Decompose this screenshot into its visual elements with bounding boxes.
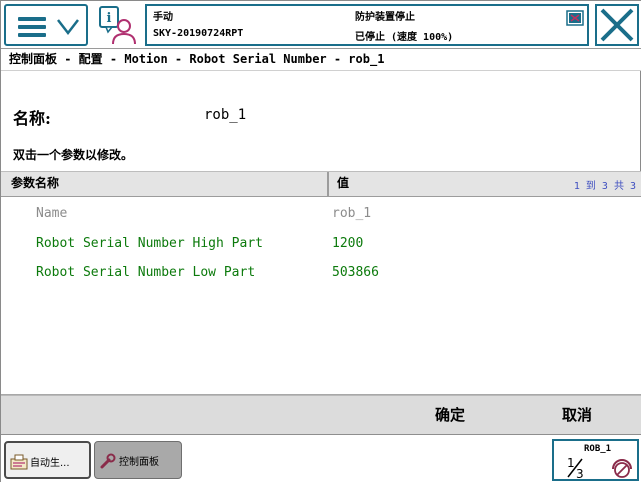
top-bar: i 手动 SKY-20190724RPT 防护装置停止 已停止 (速度 100%… [1, 1, 641, 49]
wrench-icon [100, 453, 116, 469]
info-person-icon[interactable]: i [96, 4, 138, 46]
mechanical-unit-status[interactable]: ROB_1 1 3 [552, 439, 639, 481]
operating-mode: 手动 [153, 12, 173, 23]
table-row[interactable]: Robot Serial Number High Part 1200 [1, 229, 641, 259]
menu-icon [18, 17, 46, 37]
parameter-value: 1200 [332, 236, 364, 251]
cancel-button[interactable]: 取消 [513, 396, 641, 435]
edit-hint: 双击一个参数以修改。 [13, 148, 134, 162]
parameter-value: rob_1 [332, 206, 372, 221]
run-status: 已停止 (速度 100%) [355, 32, 454, 43]
instance-name-label: 名称: [13, 109, 51, 128]
action-bar: 确定 取消 [1, 395, 641, 435]
taskbar: 自动生... 控制面板 ROB_1 1 3 [1, 435, 641, 482]
close-icon [600, 8, 634, 42]
task-control-panel[interactable]: 控制面板 [94, 441, 182, 479]
column-header-value[interactable]: 值 [331, 172, 571, 197]
breadcrumb: 控制面板 - 配置 - Motion - Robot Serial Number… [1, 49, 641, 71]
ok-button[interactable]: 确定 [386, 396, 514, 435]
task-auto-produce[interactable]: 自动生... [4, 441, 91, 479]
svg-text:i: i [107, 11, 112, 26]
svg-text:3: 3 [576, 467, 584, 479]
table-row[interactable]: Robot Serial Number Low Part 503866 [1, 258, 641, 288]
guard-status: 防护装置停止 [355, 12, 415, 23]
parameter-value: 503866 [332, 265, 379, 280]
close-button[interactable] [595, 4, 639, 46]
status-bar[interactable]: 手动 SKY-20190724RPT 防护装置停止 已停止 (速度 100%) [145, 4, 589, 46]
instance-name-value: rob_1 [204, 107, 247, 123]
parameter-table-header: 参数名称 值 1 到 3 共 3 [1, 171, 641, 197]
svg-text:1: 1 [567, 456, 575, 470]
parameter-name: Name [36, 206, 68, 221]
task-label: 控制面板 [119, 457, 159, 468]
auto-produce-icon [10, 454, 28, 470]
flexpendant-window: i 手动 SKY-20190724RPT 防护装置停止 已停止 (速度 100%… [0, 0, 641, 482]
parameter-name: Robot Serial Number Low Part [36, 265, 256, 280]
parameter-table: Name rob_1 Robot Serial Number High Part… [1, 197, 641, 395]
system-name: SKY-20190724RPT [153, 28, 244, 39]
chevron-down-icon [57, 19, 79, 36]
pager-status: 1 到 3 共 3 [573, 181, 636, 192]
mechanical-unit-label: ROB_1 [584, 444, 612, 454]
task-label: 自动生... [30, 458, 70, 469]
parameter-name: Robot Serial Number High Part [36, 236, 263, 251]
one-third-icon: 1 3 [567, 456, 584, 479]
quickset-icon[interactable] [566, 10, 584, 26]
table-row[interactable]: Name rob_1 [1, 199, 641, 229]
abb-menu-button[interactable] [4, 4, 88, 46]
speed-stop-icon [612, 459, 632, 478]
column-header-parameter-name[interactable]: 参数名称 [1, 172, 329, 197]
